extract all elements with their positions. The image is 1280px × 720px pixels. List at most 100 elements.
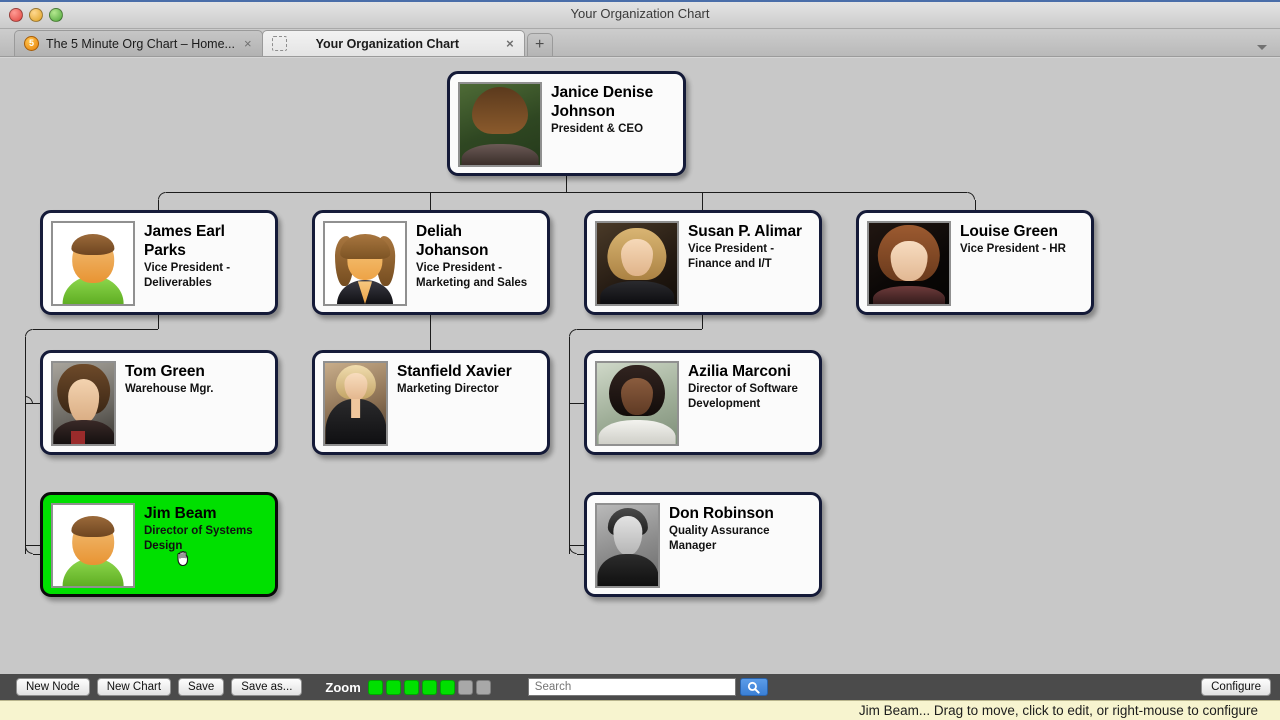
node-person-name: Jim Beam	[144, 505, 217, 522]
node-person-title: Vice President - Marketing and Sales	[416, 262, 528, 289]
connector-segment	[158, 200, 159, 210]
title-bar: Your Organization Chart	[0, 2, 1280, 29]
browser-window: Your Organization Chart 5 The 5 Minute O…	[0, 0, 1280, 720]
close-icon[interactable]: ×	[242, 37, 254, 50]
save-button[interactable]: Save	[178, 678, 225, 696]
search-input[interactable]	[527, 678, 736, 696]
node-text: Louise Green Vice President - HR	[951, 221, 1083, 257]
new-chart-button[interactable]: New Chart	[96, 678, 172, 696]
node-text: Janice Denise Johnson President & CEO	[542, 82, 675, 137]
connector-segment	[430, 315, 431, 350]
connector-segment	[33, 329, 158, 330]
node-text: Susan P. Alimar Vice President - Finance …	[679, 221, 808, 271]
tab-label: Your Organization Chart	[315, 36, 460, 51]
org-node-qa-manager[interactable]: Don Robinson Quality Assurance Manager	[584, 492, 822, 597]
node-person-title: President & CEO	[551, 123, 644, 135]
org-node-warehouse-mgr[interactable]: Tom Green Warehouse Mgr.	[40, 350, 278, 455]
bottom-toolbar: New Node New Chart Save Save as... Zoom …	[0, 674, 1280, 700]
save-as-button[interactable]: Save as...	[231, 678, 303, 696]
connector-segment	[569, 403, 584, 404]
zoom-block-5[interactable]	[439, 679, 455, 695]
org-node-software-director[interactable]: Azilia Marconi Director of Software Devel…	[584, 350, 822, 455]
status-text: Jim Beam... Drag to move, click to edit,…	[858, 703, 1258, 718]
connector-segment	[166, 192, 967, 193]
connector-elbow	[569, 546, 577, 554]
person-avatar-icon	[53, 223, 133, 304]
org-node-vp-hr[interactable]: Louise Green Vice President - HR	[856, 210, 1094, 315]
node-person-title: Director of Systems Design	[144, 525, 253, 552]
zoom-label: Zoom	[325, 679, 361, 695]
org-node-vp-marketing[interactable]: Deliah Johanson Vice President - Marketin…	[312, 210, 550, 315]
org-node-ceo[interactable]: Janice Denise Johnson President & CEO	[447, 71, 686, 176]
node-person-name: Tom Green	[125, 363, 205, 380]
person-photo	[460, 84, 540, 165]
org-node-marketing-director[interactable]: Stanfield Xavier Marketing Director	[312, 350, 550, 455]
configure-button[interactable]: Configure	[1201, 678, 1271, 696]
close-icon[interactable]: ×	[504, 37, 516, 50]
node-person-name: Janice Denise Johnson	[551, 84, 654, 120]
search-icon	[748, 681, 760, 694]
node-photo	[323, 361, 388, 446]
node-text: Jim Beam Director of Systems Design	[135, 503, 264, 553]
node-text: Azilia Marconi Director of Software Devel…	[679, 361, 811, 411]
node-photo	[595, 221, 679, 306]
org-node-vp-finance[interactable]: Susan P. Alimar Vice President - Finance …	[584, 210, 822, 315]
person-photo	[325, 363, 386, 444]
node-person-title: Quality Assurance Manager	[669, 525, 770, 552]
org-node-vp-deliverables[interactable]: James Earl Parks Vice President - Deliver…	[40, 210, 278, 315]
node-person-name: Susan P. Alimar	[688, 223, 802, 240]
node-person-title: Marketing Director	[397, 383, 499, 395]
connector-segment	[25, 337, 26, 554]
connector-segment	[569, 545, 584, 546]
tab-org-chart[interactable]: Your Organization Chart ×	[261, 30, 525, 56]
chevron-down-icon[interactable]	[1257, 45, 1267, 50]
connector-elbow	[25, 329, 33, 337]
zoom-block-4[interactable]	[421, 679, 437, 695]
person-avatar-icon	[325, 223, 405, 304]
connector-segment	[25, 545, 40, 546]
person-avatar-icon	[53, 505, 133, 586]
zoom-block-2[interactable]	[385, 679, 401, 695]
node-photo	[323, 221, 407, 306]
favicon-icon: 5	[24, 36, 39, 51]
new-node-button[interactable]: New Node	[16, 678, 90, 696]
tab-strip: 5 The 5 Minute Org Chart – Home... × You…	[0, 29, 1280, 57]
tab-home[interactable]: 5 The 5 Minute Org Chart – Home... ×	[14, 30, 263, 56]
connector-segment	[577, 329, 702, 330]
zoom-blocks[interactable]	[367, 679, 491, 695]
status-bar: Jim Beam... Drag to move, click to edit,…	[0, 700, 1280, 720]
connector-elbow	[158, 192, 166, 200]
node-person-name: Stanfield Xavier	[397, 363, 512, 380]
connector-segment	[975, 200, 976, 210]
node-text: James Earl Parks Vice President - Deliver…	[135, 221, 264, 290]
node-person-title: Warehouse Mgr.	[125, 383, 214, 395]
node-person-title: Vice President - HR	[960, 243, 1066, 255]
connector-segment	[430, 192, 431, 210]
connector-segment	[566, 176, 567, 192]
node-photo	[595, 503, 660, 588]
org-node-systems-design-director[interactable]: Jim Beam Director of Systems Design	[40, 492, 278, 597]
org-chart-canvas[interactable]: Janice Denise Johnson President & CEO Jam…	[0, 58, 1280, 674]
connector-elbow	[569, 329, 577, 337]
node-person-title: Vice President - Deliverables	[144, 262, 231, 289]
zoom-control: Zoom	[325, 679, 491, 695]
new-tab-button[interactable]: +	[526, 33, 553, 56]
connector-segment	[577, 554, 584, 555]
search-group	[527, 678, 768, 696]
zoom-block-7[interactable]	[475, 679, 491, 695]
node-photo	[51, 503, 135, 588]
node-text: Don Robinson Quality Assurance Manager	[660, 503, 811, 553]
zoom-block-6[interactable]	[457, 679, 473, 695]
node-person-name: Don Robinson	[669, 505, 774, 522]
node-person-name: Deliah Johanson	[416, 223, 489, 259]
zoom-block-3[interactable]	[403, 679, 419, 695]
node-photo	[458, 82, 542, 167]
person-photo	[869, 223, 949, 304]
person-photo	[597, 505, 658, 586]
node-person-name: Louise Green	[960, 223, 1058, 240]
node-text: Stanfield Xavier Marketing Director	[388, 361, 539, 397]
node-photo	[51, 361, 116, 446]
window-title: Your Organization Chart	[570, 6, 710, 21]
search-button[interactable]	[739, 678, 768, 696]
zoom-block-1[interactable]	[367, 679, 383, 695]
